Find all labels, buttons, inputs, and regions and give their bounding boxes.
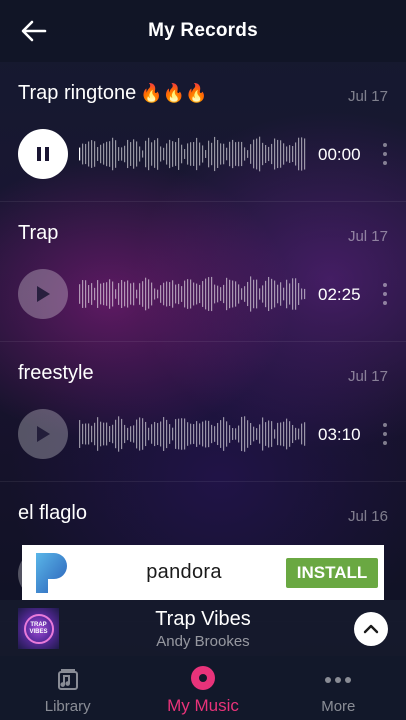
record-title: Trap xyxy=(18,222,58,245)
pause-icon xyxy=(37,147,49,161)
arrow-left-icon xyxy=(21,20,47,42)
record-date: Jul 17 xyxy=(347,228,388,245)
now-playing-bar[interactable]: TRAP VIBES Trap Vibes Andy Brookes xyxy=(0,600,406,656)
record-date: Jul 17 xyxy=(347,368,388,385)
music-library-icon xyxy=(57,666,79,694)
more-vertical-icon[interactable] xyxy=(378,140,392,168)
record-time: 03:10 xyxy=(318,425,361,444)
record-icon xyxy=(190,664,216,692)
nav-label: My Music xyxy=(167,696,239,715)
pandora-logo-icon xyxy=(36,552,67,593)
waveform[interactable] xyxy=(78,134,308,174)
install-button[interactable]: INSTALL xyxy=(286,557,378,588)
nav-label: More xyxy=(321,697,356,715)
fire-emoji-icon: 🔥🔥🔥 xyxy=(140,83,208,103)
play-icon xyxy=(37,426,50,442)
page-title: My Records xyxy=(148,20,258,41)
nav-library[interactable]: Library xyxy=(0,656,135,720)
nav-more[interactable]: More xyxy=(271,656,406,720)
bottom-nav: Library My Music More xyxy=(0,656,406,720)
record-title-text: Trap ringtone xyxy=(18,82,137,104)
app: My Records Trap ringtone 🔥🔥🔥 Jul 17 00:0… xyxy=(0,0,406,720)
waveform[interactable] xyxy=(78,274,308,314)
more-vertical-icon[interactable] xyxy=(378,420,392,448)
record-item[interactable]: Trap Jul 17 02:25 xyxy=(0,202,406,342)
ad-banner[interactable]: pandora INSTALL xyxy=(22,545,384,600)
record-time: 02:25 xyxy=(318,285,361,304)
nav-my-music[interactable]: My Music xyxy=(135,656,270,720)
record-title-text: el flaglo xyxy=(18,502,87,524)
header: My Records xyxy=(0,0,406,62)
ad-brand-name: pandora xyxy=(146,561,222,583)
pause-button[interactable] xyxy=(18,129,68,179)
more-dots-icon xyxy=(324,666,352,694)
record-item[interactable]: freestyle Jul 17 03:10 xyxy=(0,342,406,482)
play-button[interactable] xyxy=(18,409,68,459)
record-title: freestyle xyxy=(18,362,94,385)
records-list: Trap ringtone 🔥🔥🔥 Jul 17 00:00 Trap Jul … xyxy=(0,62,406,622)
record-date: Jul 16 xyxy=(347,508,388,525)
record-title: el flaglo xyxy=(18,502,87,525)
play-icon xyxy=(37,286,50,302)
record-title-text: freestyle xyxy=(18,362,94,384)
expand-player-button[interactable] xyxy=(354,612,388,646)
now-playing-title: Trap Vibes xyxy=(155,608,251,630)
waveform[interactable] xyxy=(78,414,308,454)
record-item[interactable]: Trap ringtone 🔥🔥🔥 Jul 17 00:00 xyxy=(0,62,406,202)
chevron-up-icon xyxy=(363,624,379,634)
record-time: 00:00 xyxy=(318,145,361,164)
now-playing-artist: Andy Brookes xyxy=(156,633,250,650)
record-title-text: Trap xyxy=(18,222,59,244)
nav-label: Library xyxy=(44,697,91,715)
record-date: Jul 17 xyxy=(347,88,388,105)
back-button[interactable] xyxy=(20,17,48,45)
more-vertical-icon[interactable] xyxy=(378,280,392,308)
record-title: Trap ringtone 🔥🔥🔥 xyxy=(18,82,207,105)
play-button[interactable] xyxy=(18,269,68,319)
